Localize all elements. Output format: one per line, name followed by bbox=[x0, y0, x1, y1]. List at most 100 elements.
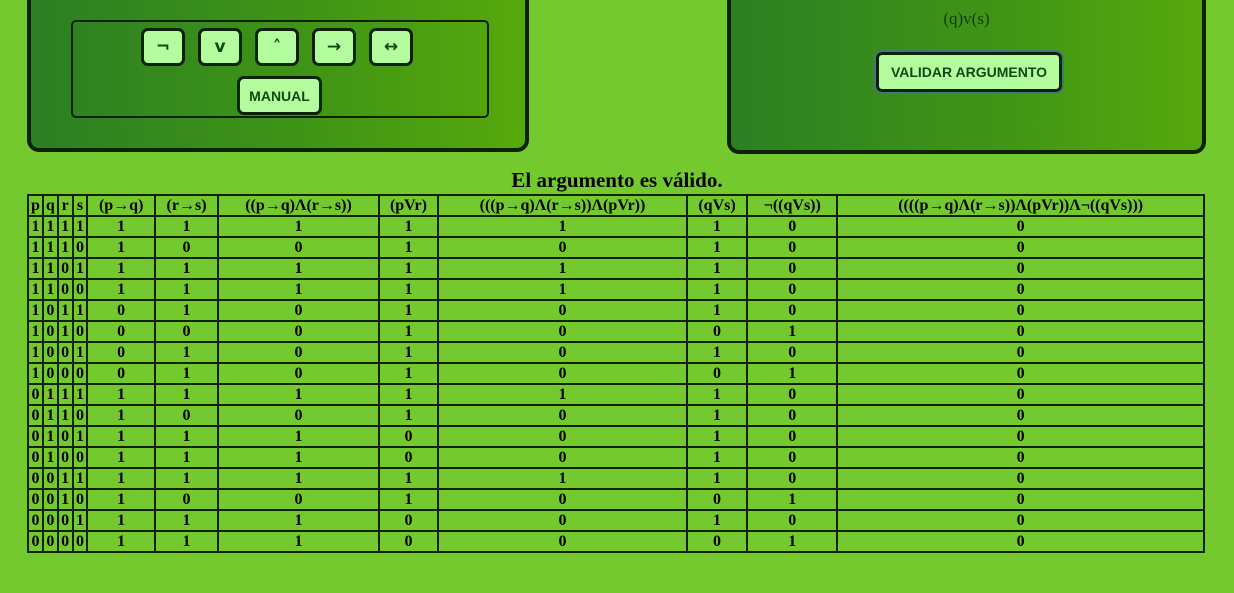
table-cell: 1 bbox=[86, 383, 156, 406]
table-cell: 1 bbox=[685, 425, 749, 448]
table-cell: 1 bbox=[56, 215, 74, 238]
column-header: ((((p→q)Λ(r→s))Λ(pVr))Λ¬((qVs))) bbox=[836, 194, 1205, 217]
table-cell: 0 bbox=[836, 509, 1205, 532]
column-header: (r→s) bbox=[153, 194, 220, 217]
table-cell: 1 bbox=[377, 488, 440, 511]
table-cell: 0 bbox=[437, 446, 688, 469]
table-cell: 1 bbox=[56, 299, 74, 322]
table-cell: 1 bbox=[685, 257, 749, 280]
table-cell: 1 bbox=[437, 257, 688, 280]
table-row: 101101010100 bbox=[27, 299, 1205, 322]
conclusion-panel: (q)v(s) VALIDAR ARGUMENTO bbox=[727, 0, 1206, 154]
table-cell: 0 bbox=[41, 341, 59, 364]
table-cell: 1 bbox=[27, 362, 44, 385]
table-cell: 1 bbox=[86, 215, 156, 238]
table-cell: 1 bbox=[153, 509, 220, 532]
column-header: (((p→q)Λ(r→s))Λ(pVr)) bbox=[437, 194, 688, 217]
table-cell: 0 bbox=[217, 320, 380, 343]
table-cell: 0 bbox=[27, 488, 44, 511]
implies-operator-button[interactable]: → bbox=[312, 28, 356, 66]
table-cell: 1 bbox=[217, 509, 380, 532]
table-cell: 1 bbox=[217, 446, 380, 469]
table-cell: 0 bbox=[836, 530, 1205, 553]
table-cell: 0 bbox=[56, 530, 74, 553]
table-cell: 0 bbox=[153, 488, 220, 511]
not-operator-button[interactable]: ¬ bbox=[141, 28, 185, 66]
validate-argument-button[interactable]: VALIDAR ARGUMENTO bbox=[874, 50, 1064, 94]
table-cell: 1 bbox=[685, 341, 749, 364]
table-cell: 0 bbox=[437, 404, 688, 427]
table-cell: 0 bbox=[746, 446, 839, 469]
table-row: 100001010010 bbox=[27, 362, 1205, 385]
table-cell: 0 bbox=[56, 446, 74, 469]
table-cell: 0 bbox=[86, 362, 156, 385]
table-cell: 0 bbox=[153, 404, 220, 427]
table-cell: 1 bbox=[71, 509, 89, 532]
table-cell: 0 bbox=[56, 425, 74, 448]
table-cell: 1 bbox=[437, 467, 688, 490]
table-cell: 1 bbox=[153, 299, 220, 322]
iff-operator-button[interactable]: ↔ bbox=[369, 28, 413, 66]
table-cell: 0 bbox=[746, 404, 839, 427]
table-cell: 1 bbox=[377, 257, 440, 280]
table-cell: 0 bbox=[377, 446, 440, 469]
table-cell: 1 bbox=[56, 236, 74, 259]
table-cell: 1 bbox=[27, 257, 44, 280]
table-cell: 1 bbox=[27, 236, 44, 259]
column-header: q bbox=[41, 194, 59, 217]
table-cell: 0 bbox=[217, 236, 380, 259]
manual-button[interactable]: MANUAL bbox=[237, 76, 322, 115]
table-cell: 0 bbox=[746, 236, 839, 259]
table-cell: 1 bbox=[41, 446, 59, 469]
table-cell: 1 bbox=[86, 278, 156, 301]
table-cell: 0 bbox=[56, 362, 74, 385]
table-row: 000011100010 bbox=[27, 530, 1205, 553]
table-row: 111010010100 bbox=[27, 236, 1205, 259]
table-cell: 1 bbox=[86, 446, 156, 469]
table-cell: 0 bbox=[27, 446, 44, 469]
table-row: 001010010010 bbox=[27, 488, 1205, 511]
table-cell: 0 bbox=[685, 320, 749, 343]
table-cell: 0 bbox=[437, 299, 688, 322]
table-cell: 0 bbox=[437, 362, 688, 385]
table-cell: 0 bbox=[437, 488, 688, 511]
table-cell: 1 bbox=[685, 236, 749, 259]
table-cell: 0 bbox=[56, 341, 74, 364]
table-cell: 1 bbox=[56, 467, 74, 490]
table-cell: 1 bbox=[217, 467, 380, 490]
table-cell: 1 bbox=[86, 509, 156, 532]
table-cell: 1 bbox=[27, 320, 44, 343]
table-cell: 1 bbox=[685, 446, 749, 469]
table-cell: 0 bbox=[377, 509, 440, 532]
table-cell: 0 bbox=[437, 530, 688, 553]
column-header: ((p→q)Λ(r→s)) bbox=[217, 194, 380, 217]
table-cell: 0 bbox=[437, 425, 688, 448]
table-cell: 0 bbox=[836, 362, 1205, 385]
table-cell: 1 bbox=[153, 383, 220, 406]
table-row: 010011100100 bbox=[27, 446, 1205, 469]
table-cell: 0 bbox=[56, 257, 74, 280]
table-cell: 1 bbox=[685, 404, 749, 427]
and-operator-button[interactable]: ˄ bbox=[255, 28, 299, 66]
table-row: 001111111100 bbox=[27, 467, 1205, 490]
table-cell: 1 bbox=[685, 299, 749, 322]
table-cell: 0 bbox=[746, 467, 839, 490]
table-cell: 1 bbox=[86, 236, 156, 259]
table-cell: 1 bbox=[377, 404, 440, 427]
table-cell: 1 bbox=[71, 383, 89, 406]
table-cell: 1 bbox=[153, 467, 220, 490]
table-cell: 1 bbox=[217, 215, 380, 238]
table-row: 101000010010 bbox=[27, 320, 1205, 343]
or-operator-button[interactable]: v bbox=[198, 28, 242, 66]
table-cell: 1 bbox=[377, 320, 440, 343]
table-cell: 1 bbox=[56, 488, 74, 511]
column-header: (pVr) bbox=[377, 194, 440, 217]
table-cell: 1 bbox=[41, 236, 59, 259]
table-cell: 1 bbox=[746, 320, 839, 343]
table-cell: 0 bbox=[71, 236, 89, 259]
table-cell: 0 bbox=[437, 341, 688, 364]
table-row: 110011111100 bbox=[27, 278, 1205, 301]
table-cell: 1 bbox=[86, 530, 156, 553]
table-cell: 0 bbox=[746, 299, 839, 322]
table-cell: 1 bbox=[153, 257, 220, 280]
